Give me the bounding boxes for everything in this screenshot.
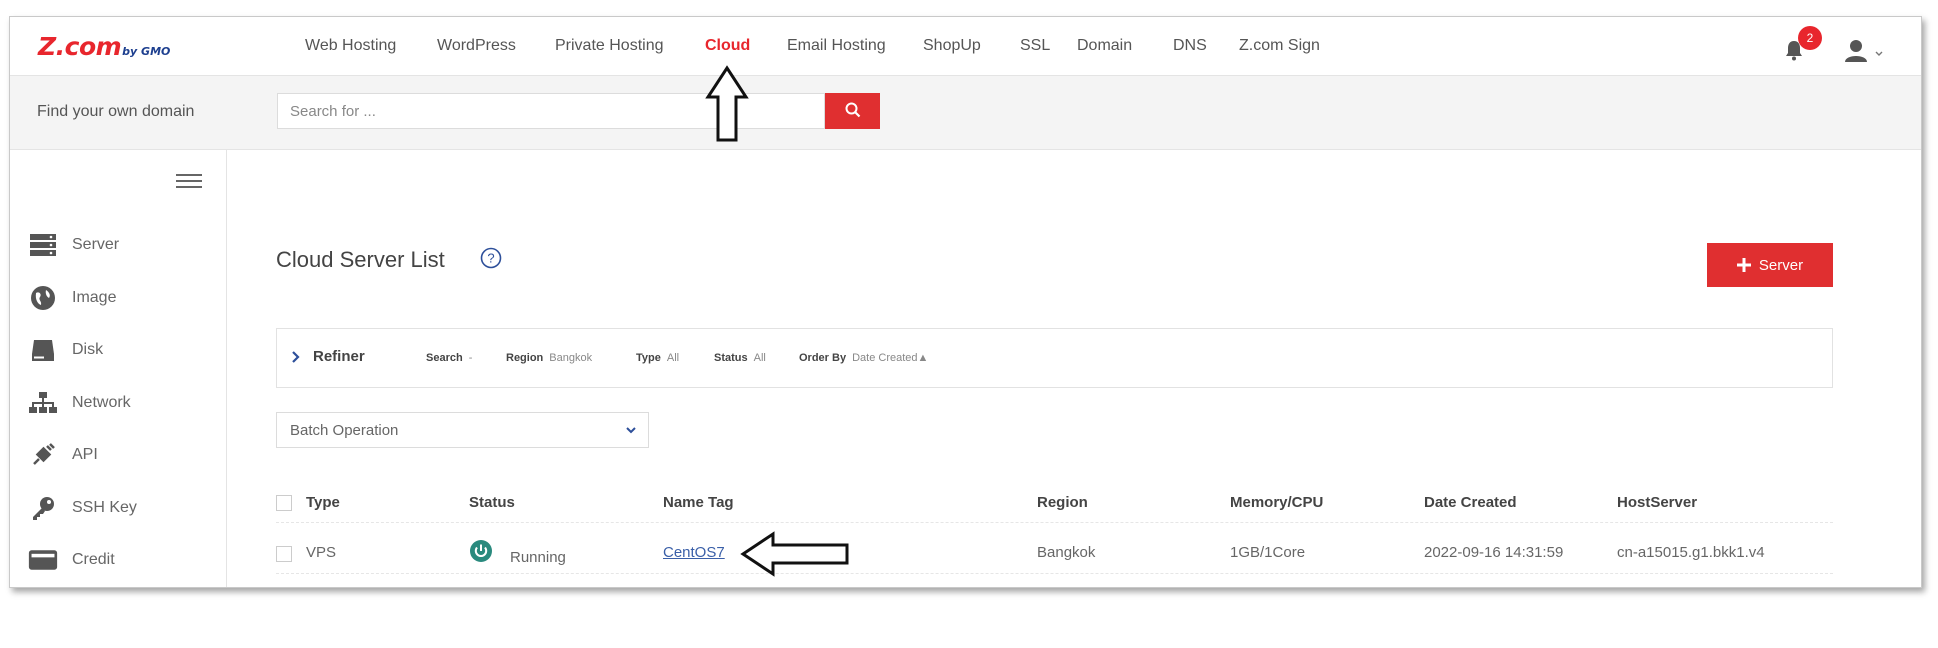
cell-name-tag: CentOS7 — [663, 544, 725, 561]
search-button[interactable] — [825, 93, 880, 129]
refiner-toggle[interactable]: Refiner — [291, 348, 365, 365]
col-header-name-tag[interactable]: Name Tag — [663, 494, 734, 511]
refiner-order-label: Order By — [799, 352, 847, 364]
sidebar-label-server: Server — [72, 236, 120, 253]
nav-zcom-sign[interactable]: Z.com Sign — [1239, 37, 1320, 55]
col-header-status[interactable]: Status — [469, 494, 515, 511]
refiner-status: Status All — [714, 352, 766, 364]
cell-memory-cpu: 1GB/1Core — [1230, 544, 1306, 561]
sidebar-item-disk[interactable]: Disk — [28, 335, 103, 365]
nav-private-hosting[interactable]: Private Hosting — [555, 37, 664, 55]
col-header-region[interactable]: Region — [1037, 494, 1088, 511]
hamburger-menu-icon[interactable] — [176, 172, 202, 190]
nav-cloud[interactable]: Cloud — [705, 37, 750, 55]
row-checkbox[interactable] — [276, 546, 292, 562]
refiner-panel: Refiner Search - Region Bangkok Type All St… — [276, 328, 1833, 388]
notification-badge: 2 — [1798, 26, 1822, 50]
arrow-up-annotation-icon — [705, 65, 749, 142]
server-name-link[interactable]: CentOS7 — [663, 544, 725, 561]
cell-host-server: cn-a15015.g1.bkk1.v4 — [1617, 544, 1765, 561]
domain-search-bar: Find your own domain — [10, 76, 1921, 150]
svg-text:?: ? — [487, 251, 494, 266]
nav-web-hosting[interactable]: Web Hosting — [305, 37, 396, 55]
select-all-checkbox[interactable] — [276, 495, 292, 511]
refiner-label: Refiner — [313, 348, 365, 365]
refiner-status-label: Status — [714, 352, 748, 364]
add-server-label: Server — [1758, 256, 1804, 274]
refiner-region: Region Bangkok — [506, 352, 592, 364]
cell-type: VPS — [306, 544, 337, 561]
batch-operation-label: Batch Operation — [290, 422, 399, 439]
globe-icon — [28, 285, 58, 311]
sidebar-item-network[interactable]: Network — [28, 388, 131, 418]
top-navigation: Z.comby GMO Web Hosting WordPress Privat… — [10, 17, 1921, 76]
sidebar-label-api: API — [72, 446, 98, 463]
server-icon — [28, 232, 58, 258]
logo-sub: by GMO — [122, 45, 171, 58]
nav-domain[interactable]: Domain — [1077, 37, 1132, 55]
key-icon — [28, 495, 58, 521]
col-header-host-server[interactable]: HostServer — [1617, 494, 1697, 511]
sidebar-label-disk: Disk — [72, 341, 104, 358]
sidebar-label-image: Image — [72, 289, 117, 306]
arrow-left-annotation-icon — [740, 531, 849, 577]
batch-operation-select[interactable]: Batch Operation — [276, 412, 649, 448]
nav-email-hosting[interactable]: Email Hosting — [787, 37, 886, 55]
col-header-type[interactable]: Type — [306, 494, 340, 511]
chevron-down-icon — [626, 427, 636, 434]
refiner-type: Type All — [636, 352, 679, 364]
cell-status: Running — [510, 549, 566, 566]
sidebar-label-network: Network — [72, 394, 131, 411]
refiner-type-value: All — [666, 352, 680, 364]
search-icon — [845, 102, 860, 117]
api-icon — [28, 442, 58, 468]
sidebar-item-credit[interactable]: Credit — [28, 545, 115, 575]
credit-card-icon — [28, 547, 58, 573]
col-header-memory-cpu[interactable]: Memory/CPU — [1230, 494, 1323, 511]
nav-dns[interactable]: DNS — [1173, 37, 1207, 55]
cell-region: Bangkok — [1037, 544, 1096, 561]
col-header-date-created[interactable]: Date Created — [1424, 494, 1517, 511]
sidebar-item-api[interactable]: API — [28, 440, 98, 470]
chevron-right-icon — [292, 350, 300, 363]
cell-date-created: 2022-09-16 14:31:59 — [1424, 544, 1564, 561]
refiner-order-value: Date Created▲ — [852, 352, 929, 364]
page-title: Cloud Server List — [276, 247, 445, 272]
nav-wordpress[interactable]: WordPress — [437, 37, 516, 55]
browser-frame: Z.comby GMO Web Hosting WordPress Privat… — [9, 16, 1922, 588]
refiner-search-value: - — [468, 352, 473, 364]
sidebar-item-image[interactable]: Image — [28, 283, 116, 313]
refiner-region-value: Bangkok — [549, 352, 593, 364]
sidebar-label-ssh-key: SSH Key — [72, 499, 137, 516]
plus-icon — [1736, 258, 1751, 272]
sidebar-item-ssh-key[interactable]: SSH Key — [28, 493, 137, 523]
power-icon — [470, 540, 492, 562]
table-header-divider — [276, 522, 1833, 523]
add-server-button[interactable]: Server — [1707, 243, 1833, 287]
refiner-order-by: Order By Date Created▲ — [799, 352, 928, 364]
logo-main: Z.com — [38, 32, 122, 61]
refiner-search-label: Search — [426, 352, 463, 364]
network-icon — [28, 390, 58, 416]
sidebar: Server Image Disk Network API SSH Key Cr… — [10, 150, 227, 587]
nav-ssl[interactable]: SSL — [1020, 37, 1050, 55]
disk-icon — [28, 337, 58, 363]
refiner-status-value: All — [753, 352, 766, 364]
help-icon[interactable]: ? — [480, 247, 502, 269]
find-domain-label: Find your own domain — [37, 103, 195, 120]
refiner-search: Search - — [426, 352, 472, 364]
sidebar-item-server[interactable]: Server — [28, 230, 119, 260]
table-row-divider — [276, 573, 1833, 574]
zcom-logo[interactable]: Z.comby GMO — [38, 32, 170, 61]
refiner-region-label: Region — [506, 352, 544, 364]
sidebar-label-credit: Credit — [72, 551, 115, 568]
user-menu-icon[interactable] — [1844, 38, 1890, 64]
nav-shopup[interactable]: ShopUp — [923, 37, 981, 55]
refiner-type-label: Type — [636, 352, 661, 364]
